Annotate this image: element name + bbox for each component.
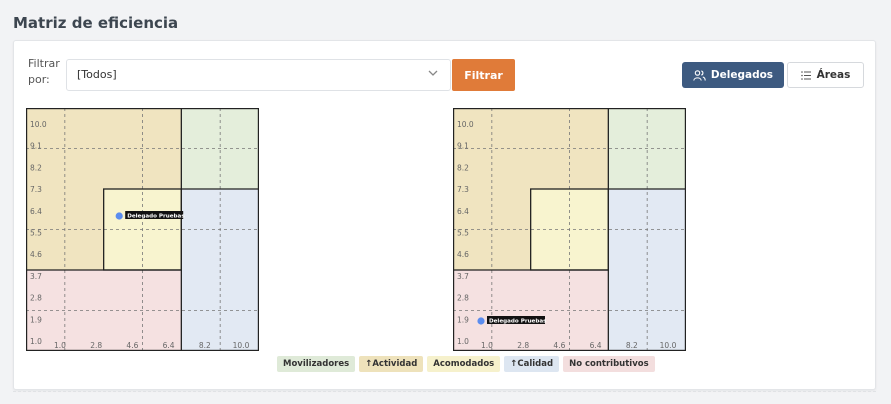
x-tick-label: 2.8	[90, 341, 102, 350]
data-point	[477, 317, 485, 325]
x-tick-label: 10.0	[233, 341, 250, 350]
y-tick-label: 6.4	[30, 207, 42, 216]
legend-no-contributivos: No contributivos	[563, 356, 655, 372]
users-icon	[693, 69, 706, 81]
y-tick-label: 9.1	[457, 142, 469, 151]
y-tick-label: 2.8	[30, 294, 42, 303]
delegados-toggle-button[interactable]: Delegados	[682, 62, 784, 88]
y-tick-label: 9.1	[30, 142, 42, 151]
y-tick-label: 1.9	[30, 315, 42, 324]
chevron-down-icon	[428, 70, 438, 76]
filter-select-value: [Todos]	[77, 68, 117, 81]
matrix-legend: Movilizadores ↑Actividad Acomodados ↑Cal…	[277, 356, 655, 372]
list-icon	[800, 70, 811, 80]
delegados-label: Delegados	[710, 69, 774, 81]
filter-select[interactable]: [Todos]	[66, 59, 451, 91]
legend-acomodados: Acomodados	[427, 356, 501, 372]
filter-button[interactable]: Filtrar	[452, 59, 515, 91]
y-tick-label: 2.8	[457, 294, 469, 303]
areas-label: Áreas	[816, 69, 851, 81]
efficiency-matrix-card: Filtrar por: [Todos] Filtrar Delegados Á…	[13, 40, 876, 390]
legend-movilizadores: Movilizadores	[277, 356, 356, 372]
page-title: Matriz de eficiencia	[13, 14, 179, 32]
y-tick-label: 7.3	[30, 185, 42, 194]
efficiency-matrix-2: 10.0 9.1 8.2 7.3 6.4 5.5 4.6 3.7 2.8 1.9 1.0 1.0 2.8…	[453, 108, 686, 351]
legend-calidad: ↑Calidad	[504, 356, 560, 372]
data-point	[115, 212, 123, 220]
x-tick-label: 2.8	[517, 341, 529, 350]
y-tick-label: 5.5	[457, 229, 469, 238]
y-tick-label: 1.0	[30, 337, 42, 346]
legend-actividad: ↑Actividad	[359, 356, 424, 372]
x-tick-label: 8.2	[199, 341, 211, 350]
y-tick-label: 5.5	[30, 229, 42, 238]
y-tick-label: 8.2	[30, 163, 42, 172]
x-tick-label: 1.0	[54, 341, 66, 350]
y-tick-label: 4.6	[457, 250, 469, 259]
data-point-label: Delegado Pruebas	[127, 213, 185, 219]
filter-label: Filtrar por:	[28, 57, 60, 86]
y-tick-label: 10.0	[30, 120, 47, 129]
data-point-label: Delegado Pruebas	[489, 318, 547, 324]
x-tick-label: 4.6	[126, 341, 138, 350]
x-tick-label: 6.4	[590, 341, 602, 350]
y-tick-label: 3.7	[457, 272, 469, 281]
efficiency-matrix-1: 10.0 9.1 8.2 7.3 6.4 5.5 4.6 3.7 2.8 1.9 1.0 1.0 2.8…	[26, 108, 259, 351]
x-tick-label: 4.6	[553, 341, 565, 350]
matrix-chart-1: 10.0 9.1 8.2 7.3 6.4 5.5 4.6 3.7 2.8 1.9 1.0 1.0 2.8…	[26, 108, 259, 351]
x-tick-label: 10.0	[660, 341, 677, 350]
y-tick-label: 8.2	[457, 163, 469, 172]
areas-toggle-button[interactable]: Áreas	[787, 62, 864, 88]
y-tick-label: 1.0	[457, 337, 469, 346]
y-tick-label: 6.4	[457, 207, 469, 216]
x-tick-label: 1.0	[481, 341, 493, 350]
y-tick-label: 1.9	[457, 315, 469, 324]
y-tick-label: 7.3	[457, 185, 469, 194]
matrix-chart-2: 10.0 9.1 8.2 7.3 6.4 5.5 4.6 3.7 2.8 1.9 1.0 1.0 2.8…	[453, 108, 686, 351]
y-tick-label: 10.0	[457, 120, 474, 129]
y-tick-label: 3.7	[30, 272, 42, 281]
x-tick-label: 8.2	[626, 341, 638, 350]
y-tick-label: 4.6	[30, 250, 42, 259]
x-tick-label: 6.4	[163, 341, 175, 350]
card-bottom-divider	[13, 391, 876, 399]
